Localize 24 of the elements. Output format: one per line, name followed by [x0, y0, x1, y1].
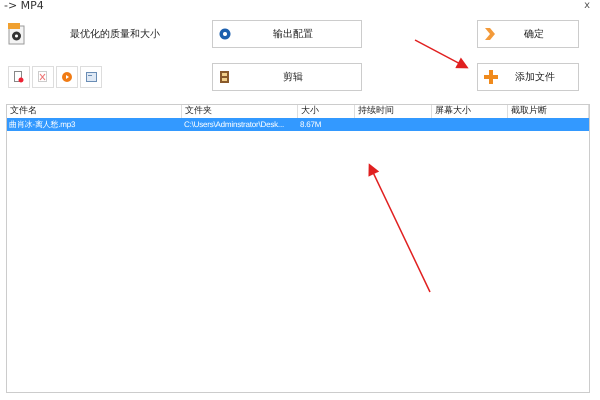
table-cell-text: C:\Users\Adminstrator\Desk...: [183, 119, 286, 131]
window-icon: [86, 72, 96, 82]
table-cell-text: 8.67M: [299, 119, 322, 131]
toolbar-button[interactable]: [80, 66, 102, 88]
table-cell-text: 曲肖冰-离人愁.mp3: [8, 119, 76, 131]
disc-icon: [219, 28, 231, 40]
action-button[interactable]: 输出配置: [212, 20, 362, 48]
arrow-icon: [484, 27, 496, 41]
profile-label: 最优化的质量和大小: [70, 28, 160, 41]
close-button[interactable]: x: [584, 0, 590, 12]
toolbar-button[interactable]: [32, 66, 54, 88]
toolbar-button[interactable]: [8, 66, 30, 88]
toolbar-button[interactable]: [56, 66, 78, 88]
action-button[interactable]: 剪辑: [212, 63, 362, 91]
play-icon: [62, 72, 72, 82]
window-title: -> MP4: [4, 0, 44, 12]
file-x-icon: [38, 71, 48, 83]
plus-icon: [484, 70, 498, 84]
action-button[interactable]: 添加文件: [477, 63, 579, 91]
film-icon: [219, 70, 231, 84]
annotation-arrow: [414, 39, 469, 68]
action-button[interactable]: 确定: [477, 20, 579, 48]
file-remove-icon: [14, 71, 24, 83]
video-file-icon: [8, 23, 26, 45]
